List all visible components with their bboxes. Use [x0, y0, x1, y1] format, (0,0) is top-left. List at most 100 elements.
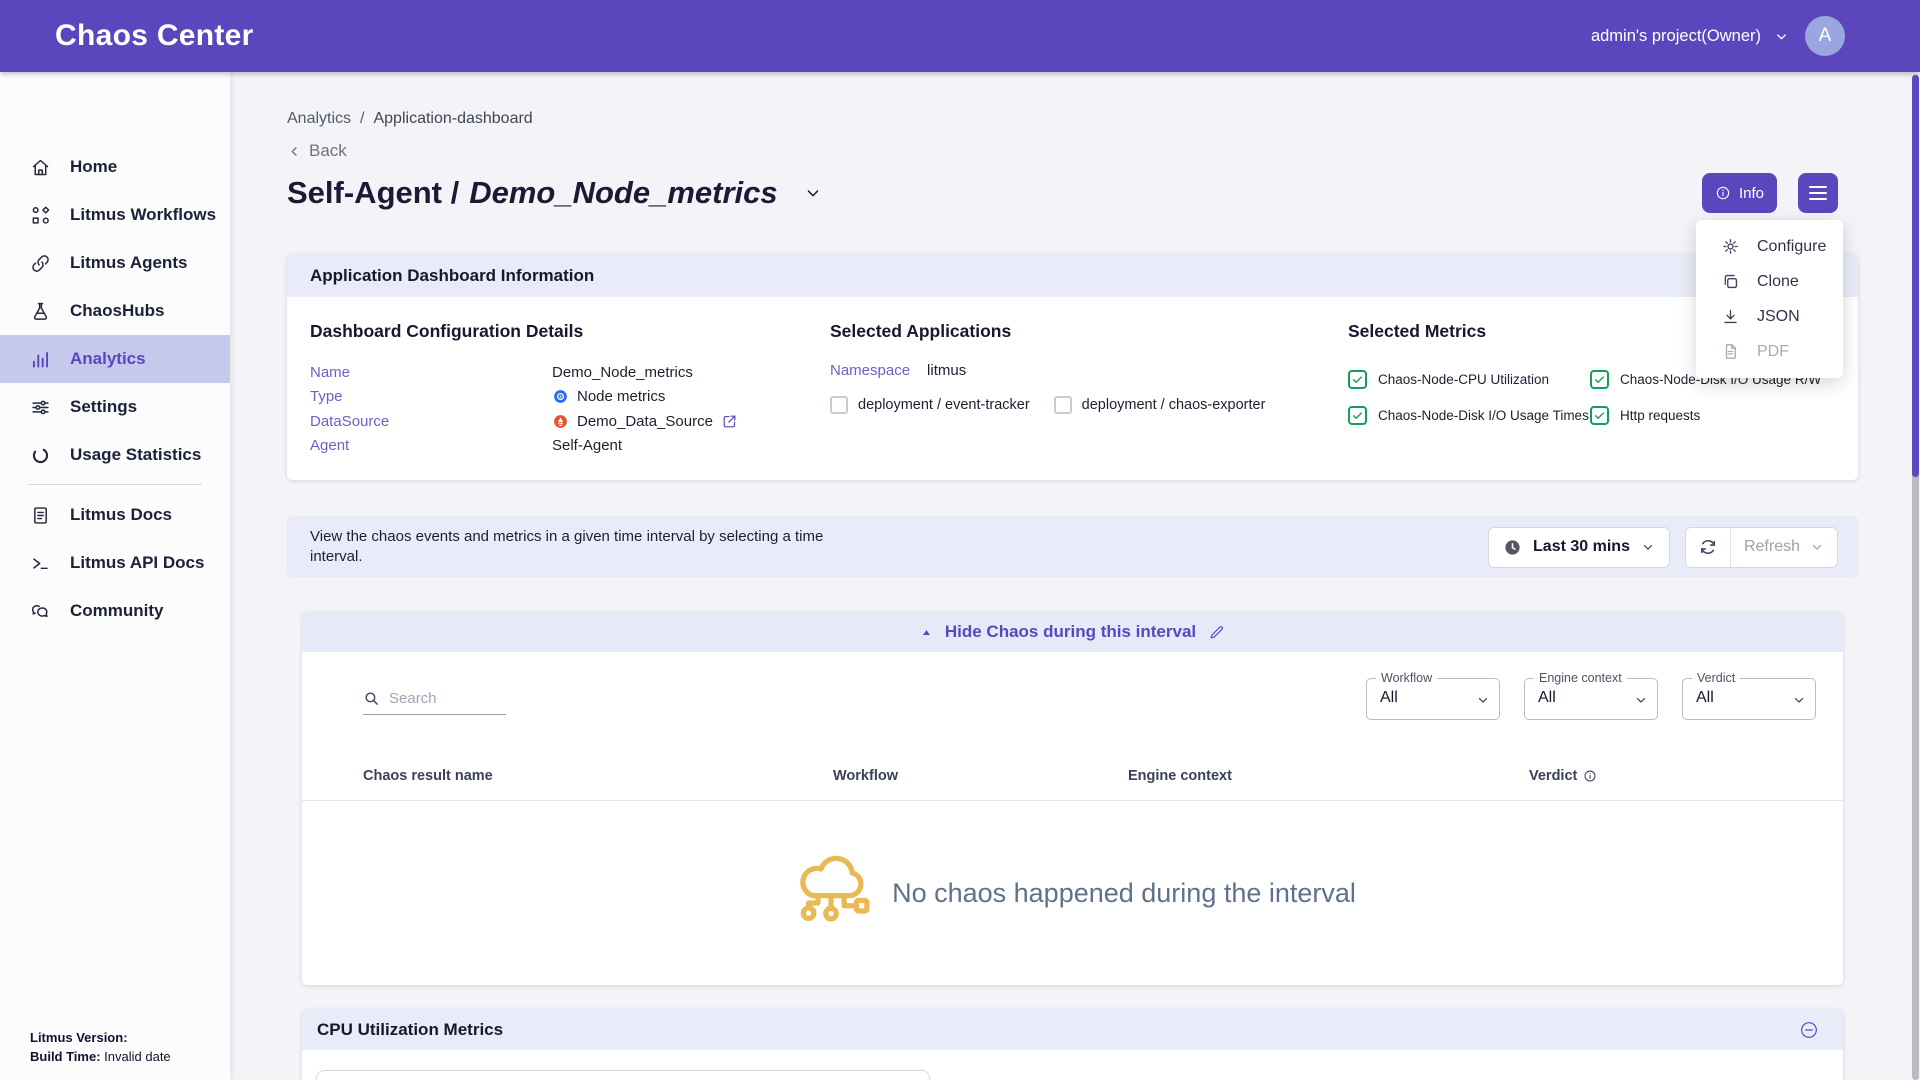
hamburger-bar — [1809, 192, 1827, 194]
cloud-network-icon — [789, 851, 873, 935]
dashboard-switcher-dropdown[interactable] — [804, 184, 822, 202]
sidebar-item-label: Home — [70, 157, 117, 177]
filter-label: Engine context — [1534, 671, 1627, 685]
sidebar-item-label: Litmus API Docs — [70, 553, 204, 573]
column-header-engine-context: Engine context — [1128, 768, 1529, 784]
back-button[interactable]: Back — [287, 141, 367, 161]
menu-item-configure[interactable]: Configure — [1696, 229, 1843, 264]
gear-icon — [1721, 237, 1740, 256]
chevron-down-icon — [804, 184, 822, 202]
column-header-chaos-result-name: Chaos result name — [363, 768, 833, 784]
search-input[interactable] — [389, 690, 506, 707]
collapse-minus-icon[interactable] — [1799, 1020, 1819, 1040]
metric-option: Chaos-Node-Disk I/O Usage Times — [1348, 406, 1590, 425]
info-icon — [1715, 185, 1731, 201]
chevron-down-icon — [1774, 29, 1789, 44]
sidebar-item-litmus-api-docs[interactable]: Litmus API Docs — [0, 539, 230, 587]
sidebar-item-litmus-docs[interactable]: Litmus Docs — [0, 491, 230, 539]
main-content: Analytics / Application-dashboard Back S… — [230, 72, 1920, 1080]
sidebar-item-analytics[interactable]: Analytics — [0, 335, 230, 383]
top-bar: Chaos Center admin's project(Owner) A — [0, 0, 1920, 72]
breadcrumb-analytics[interactable]: Analytics — [287, 110, 351, 128]
copy-icon — [1721, 272, 1740, 291]
sidebar-item-litmus-workflows[interactable]: Litmus Workflows — [0, 191, 230, 239]
sidebar-item-label: ChaosHubs — [70, 301, 164, 321]
home-icon — [30, 157, 51, 178]
engine-context-filter-select[interactable]: Engine context All — [1524, 678, 1658, 720]
metric-option: Chaos-Node-CPU Utilization — [1348, 370, 1590, 389]
menu-item-pdf[interactable]: PDF — [1696, 334, 1843, 369]
checkbox-checked[interactable] — [1590, 406, 1609, 425]
checkbox-checked[interactable] — [1590, 370, 1609, 389]
sidebar-item-label: Analytics — [70, 349, 146, 369]
metric-option: Http requests — [1590, 406, 1835, 425]
info-icon[interactable] — [1583, 769, 1597, 783]
menu-item-label: JSON — [1757, 308, 1800, 326]
verdict-filter-select[interactable]: Verdict All — [1682, 678, 1816, 720]
sidebar-item-label: Litmus Docs — [70, 505, 172, 525]
sidebar-item-litmus-agents[interactable]: Litmus Agents — [0, 239, 230, 287]
checkbox-checked[interactable] — [1348, 406, 1367, 425]
search-field — [363, 690, 506, 715]
sidebar-item-community[interactable]: Community — [0, 587, 230, 635]
sliders-icon — [30, 397, 51, 418]
sidebar-item-home[interactable]: Home — [0, 143, 230, 191]
chevron-down-icon — [1792, 693, 1806, 707]
pencil-icon[interactable] — [1208, 624, 1225, 641]
namespace-row: Namespace litmus — [830, 362, 1348, 379]
sidebar-item-chaoshubs[interactable]: ChaosHubs — [0, 287, 230, 335]
sidebar-item-settings[interactable]: Settings — [0, 383, 230, 431]
checkbox-unchecked[interactable] — [830, 396, 848, 414]
external-link-icon[interactable] — [721, 413, 738, 430]
info-button-label: Info — [1739, 185, 1764, 202]
checkbox-unchecked[interactable] — [1054, 396, 1072, 414]
menu-item-json[interactable]: JSON — [1696, 299, 1843, 334]
top-bar-right: admin's project(Owner) A — [1591, 16, 1865, 56]
breadcrumb-current: Application-dashboard — [373, 110, 532, 128]
menu-item-label: Configure — [1757, 238, 1826, 256]
config-label: Type — [310, 388, 552, 405]
cpu-utilization-body — [302, 1050, 1843, 1080]
chevron-left-icon — [287, 144, 302, 159]
hamburger-menu-button[interactable] — [1798, 173, 1838, 213]
breadcrumb: Analytics / Application-dashboard — [287, 110, 1858, 128]
refresh-interval-dropdown[interactable]: Refresh — [1731, 528, 1837, 567]
config-value: Demo_Data_Source — [577, 413, 713, 430]
chart-legend-box — [316, 1070, 930, 1080]
info-button[interactable]: Info — [1702, 173, 1777, 213]
donut-icon — [30, 445, 51, 466]
namespace-label: Namespace — [830, 362, 910, 379]
selected-applications-column: Selected Applications Namespace litmus d… — [830, 313, 1348, 458]
configuration-details-title: Dashboard Configuration Details — [310, 321, 830, 342]
cpu-utilization-header: CPU Utilization Metrics — [302, 1009, 1843, 1050]
refresh-label: Refresh — [1744, 538, 1800, 556]
selected-applications-title: Selected Applications — [830, 321, 1348, 342]
workflow-filter-select[interactable]: Workflow All — [1366, 678, 1500, 720]
hide-chaos-toggle[interactable]: Hide Chaos during this interval — [302, 612, 1843, 652]
avatar-initial: A — [1819, 25, 1832, 47]
search-icon — [363, 690, 380, 707]
project-label: admin's project(Owner) — [1591, 27, 1761, 46]
namespace-value: litmus — [927, 362, 966, 379]
filter-label: Verdict — [1692, 671, 1740, 685]
sidebar-item-label: Litmus Workflows — [70, 205, 216, 225]
file-icon — [1721, 342, 1740, 361]
avatar[interactable]: A — [1805, 16, 1845, 56]
time-range-dropdown[interactable]: Last 30 mins — [1488, 527, 1670, 568]
menu-item-clone[interactable]: Clone — [1696, 264, 1843, 299]
checkbox-checked[interactable] — [1348, 370, 1367, 389]
project-selector[interactable]: admin's project(Owner) — [1591, 27, 1789, 46]
metric-option-label: Chaos-Node-Disk I/O Usage Times — [1378, 408, 1589, 423]
sidebar-item-usage-statistics[interactable]: Usage Statistics — [0, 431, 230, 479]
application-option-label: deployment / chaos-exporter — [1082, 397, 1266, 413]
chevron-down-icon — [1810, 540, 1824, 554]
time-range-label: Last 30 mins — [1533, 538, 1630, 556]
dashboard-info-panel: Application Dashboard Information Dashbo… — [287, 254, 1858, 480]
refresh-button[interactable] — [1686, 528, 1731, 567]
menu-item-label: PDF — [1757, 343, 1789, 361]
chevron-down-icon — [1634, 693, 1648, 707]
sidebar-item-label: Community — [70, 601, 164, 621]
scrollbar-thumb[interactable] — [1912, 75, 1919, 477]
hamburger-bar — [1809, 198, 1827, 200]
chaos-center-app: Chaos Center admin's project(Owner) A Ho… — [0, 0, 1920, 1080]
